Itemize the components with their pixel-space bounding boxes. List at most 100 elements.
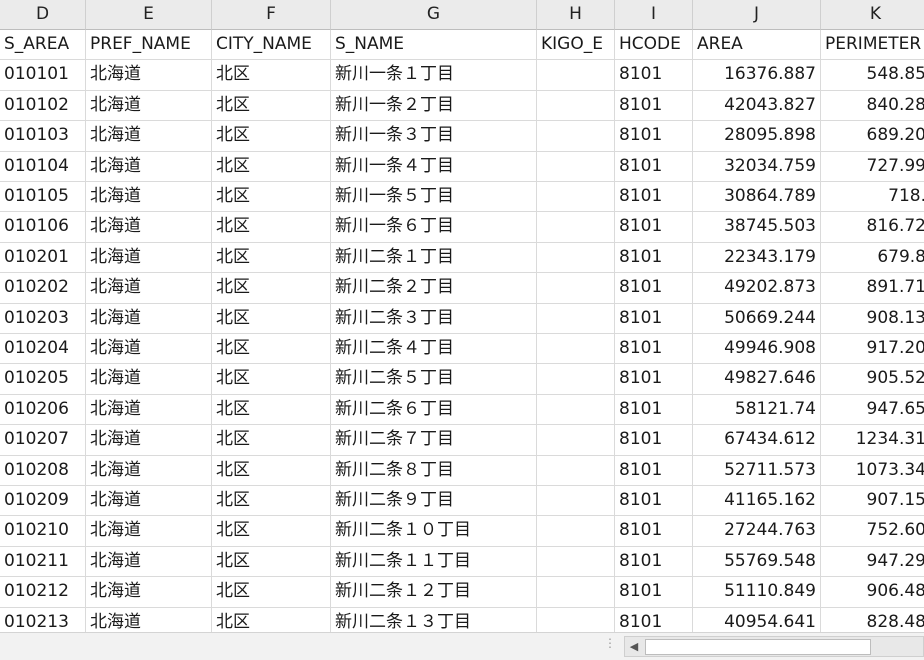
cell-f[interactable]: 北区 [212,334,331,364]
column-header-f[interactable]: F [212,0,331,30]
cell-e[interactable]: 北海道 [86,394,212,425]
cell-j[interactable]: 49827.646 [693,364,821,394]
cell-f[interactable]: 北区 [212,607,331,632]
cell-d[interactable]: 010204 [0,334,86,364]
column-header-g[interactable]: G [331,0,537,30]
cell-g[interactable]: 新川一条１丁目 [331,60,537,90]
column-header-i[interactable]: I [615,0,693,30]
cell-e[interactable]: 北海道 [86,455,212,485]
grip-icon[interactable]: ⋮ [604,637,616,653]
cell-h[interactable] [537,425,615,455]
cell-g[interactable]: 新川二条１丁目 [331,242,537,273]
cell-f[interactable]: 北区 [212,486,331,516]
cell-k[interactable]: 548.85 [821,60,924,89]
scroll-thumb[interactable] [645,639,871,655]
cell-e[interactable]: 北海道 [86,486,212,516]
cell-g[interactable]: 新川二条１３丁目 [331,607,537,632]
cell-d[interactable]: 010106 [0,212,86,242]
cell-i[interactable]: 8101 [615,212,693,242]
cell-g[interactable]: 新川二条１２丁目 [331,577,537,607]
cell-h[interactable] [537,577,615,607]
cell-h[interactable] [537,455,615,485]
cell-e[interactable]: 北海道 [86,242,212,273]
cell-k[interactable]: 840.28 [821,91,924,120]
cell-i[interactable]: 8101 [615,334,693,364]
cell-f[interactable]: 北区 [212,425,331,455]
cell-g[interactable]: 新川一条４丁目 [331,151,537,181]
cell-d[interactable]: 010210 [0,516,86,546]
cell-k[interactable]: 907.15 [821,486,924,515]
cell-f[interactable]: CITY_NAME [212,30,331,60]
cell-e[interactable]: 北海道 [86,577,212,607]
cell-j[interactable]: 22343.179 [693,242,821,273]
column-header-h[interactable]: H [537,0,615,30]
cell-d[interactable]: 010207 [0,425,86,455]
cell-i[interactable]: 8101 [615,121,693,151]
cell-k[interactable]: 689.20 [821,121,924,150]
cell-h[interactable] [537,364,615,394]
cell-j[interactable]: 27244.763 [693,516,821,546]
cell-g[interactable]: 新川二条５丁目 [331,364,537,394]
cell-i[interactable]: 8101 [615,90,693,121]
cell-f[interactable]: 北区 [212,182,331,212]
cell-e[interactable]: 北海道 [86,273,212,303]
cell-e[interactable]: 北海道 [86,364,212,394]
cell-i[interactable]: 8101 [615,151,693,181]
cell-e[interactable]: 北海道 [86,303,212,333]
cell-g[interactable]: 新川一条６丁目 [331,212,537,242]
cell-g[interactable]: 新川二条６丁目 [331,394,537,425]
cell-j[interactable]: 58121.74 [693,394,821,425]
cell-d[interactable]: 010209 [0,486,86,516]
cell-e[interactable]: 北海道 [86,546,212,577]
cell-j[interactable]: 28095.898 [693,121,821,151]
cell-g[interactable]: 新川二条８丁目 [331,455,537,485]
cell-h[interactable] [537,151,615,181]
cell-k[interactable]: 718. [821,182,924,211]
cell-f[interactable]: 北区 [212,546,331,577]
cell-g[interactable]: 新川二条９丁目 [331,486,537,516]
column-header-k[interactable]: K [821,0,924,30]
cell-g[interactable]: 新川二条２丁目 [331,273,537,303]
cell-f[interactable]: 北区 [212,151,331,181]
spreadsheet-grid[interactable]: D E F G H I J K S_AREA PREF_NAME CITY_NAME S_NAME KI… [0,0,924,632]
cell-i[interactable]: 8101 [615,364,693,394]
cell-e[interactable]: 北海道 [86,182,212,212]
cell-e[interactable]: 北海道 [86,90,212,121]
cell-i[interactable]: 8101 [615,455,693,485]
cell-d[interactable]: 010212 [0,577,86,607]
column-header-e[interactable]: E [86,0,212,30]
cell-k[interactable]: PERIMETER [821,30,924,59]
chevron-left-icon[interactable]: ◀ [625,637,643,656]
cell-d[interactable]: 010104 [0,151,86,181]
cell-d[interactable]: 010205 [0,364,86,394]
cell-f[interactable]: 北区 [212,364,331,394]
cell-f[interactable]: 北区 [212,394,331,425]
cell-j[interactable]: 67434.612 [693,425,821,455]
cell-h[interactable] [537,273,615,303]
cell-j[interactable]: 41165.162 [693,486,821,516]
cell-k[interactable]: 752.60 [821,516,924,545]
cell-e[interactable]: 北海道 [86,516,212,546]
cell-h[interactable] [537,242,615,273]
cell-j[interactable]: 49946.908 [693,334,821,364]
cell-f[interactable]: 北区 [212,303,331,333]
cell-e[interactable]: 北海道 [86,607,212,632]
cell-f[interactable]: 北区 [212,273,331,303]
cell-e[interactable]: 北海道 [86,151,212,181]
cell-i[interactable]: 8101 [615,607,693,632]
cell-i[interactable]: 8101 [615,273,693,303]
cell-k[interactable]: 679.8 [821,243,924,272]
cell-i[interactable]: 8101 [615,577,693,607]
cell-i[interactable]: 8101 [615,60,693,90]
cell-h[interactable] [537,486,615,516]
cell-g[interactable]: 新川二条３丁目 [331,303,537,333]
cell-h[interactable]: KIGO_E [537,30,615,60]
cell-d[interactable]: 010208 [0,455,86,485]
cell-f[interactable]: 北区 [212,121,331,151]
cell-i[interactable]: 8101 [615,182,693,212]
cell-i[interactable]: 8101 [615,394,693,425]
cell-h[interactable] [537,90,615,121]
cell-f[interactable]: 北区 [212,242,331,273]
cell-i[interactable]: 8101 [615,303,693,333]
cell-i[interactable]: HCODE [615,30,693,60]
